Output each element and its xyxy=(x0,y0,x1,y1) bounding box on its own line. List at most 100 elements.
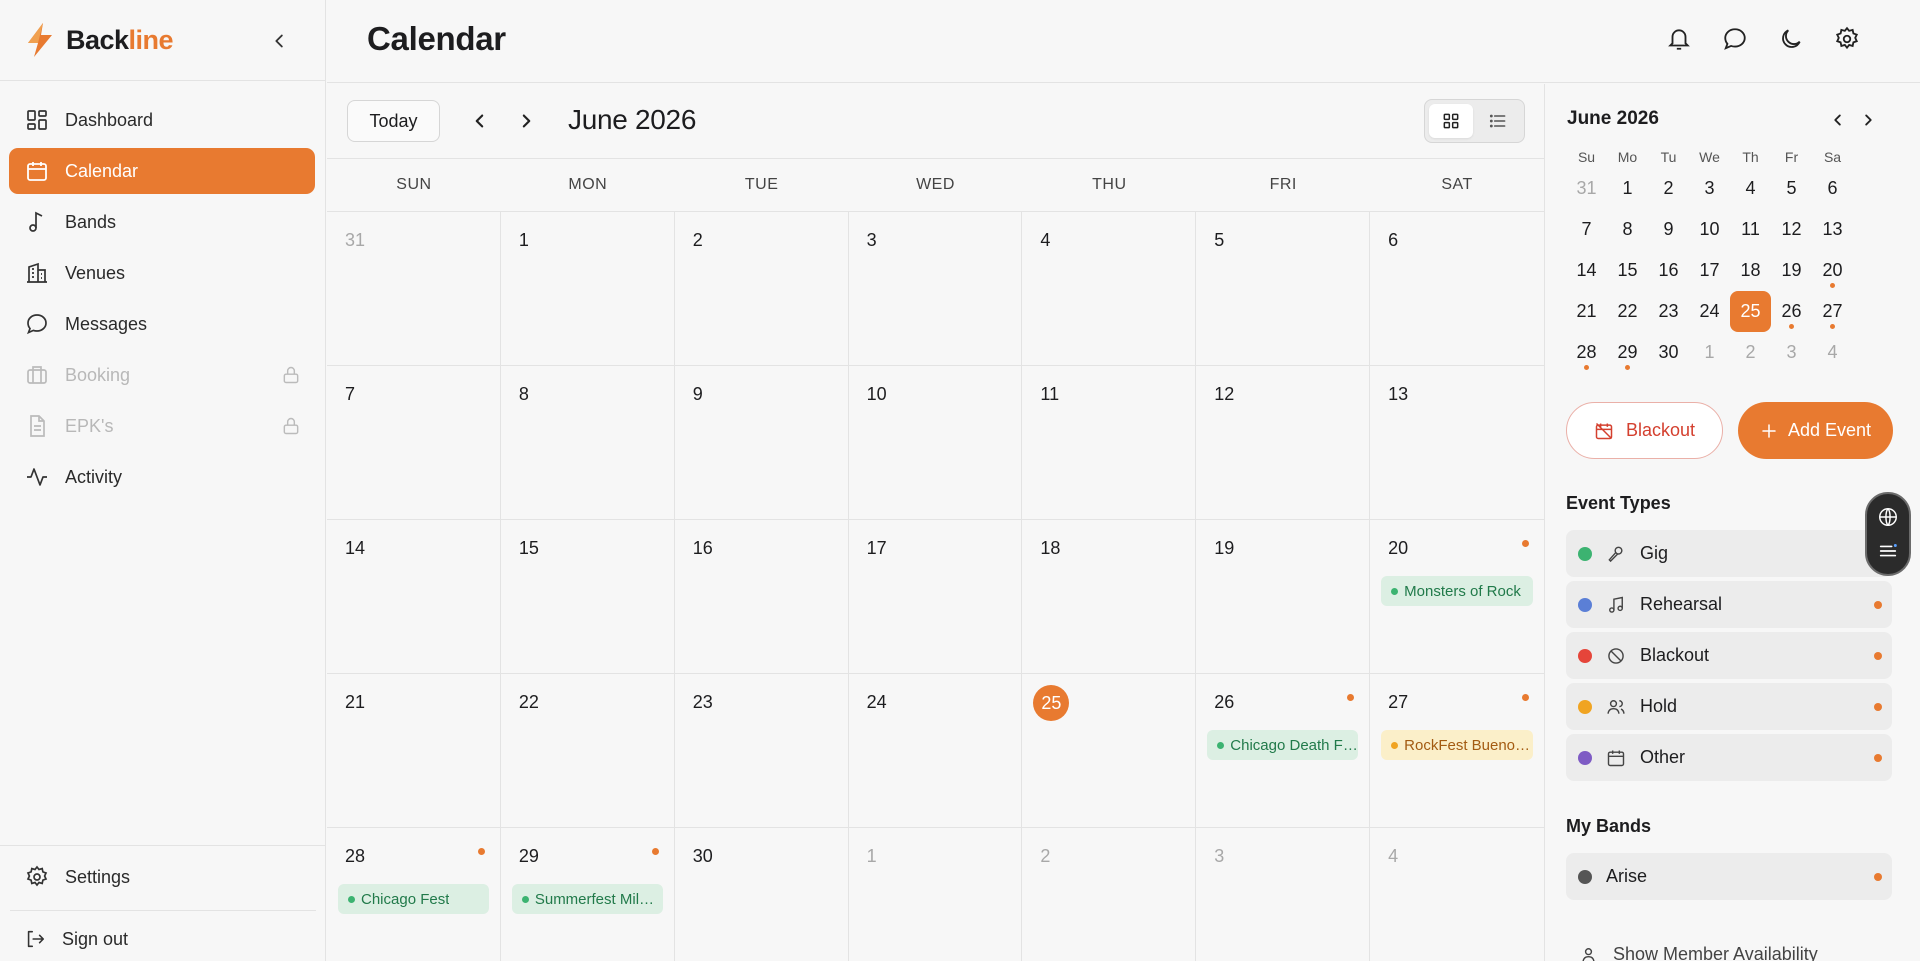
event-chip[interactable]: Chicago Fest xyxy=(338,884,489,914)
mini-day[interactable]: 15 xyxy=(1607,250,1648,291)
sidebar-item-activity[interactable]: Activity xyxy=(9,454,315,500)
event-type-gig[interactable]: Gig xyxy=(1566,530,1892,577)
day-cell[interactable]: 31 xyxy=(327,212,501,366)
grid-view-button[interactable] xyxy=(1429,104,1473,138)
sidebar-item-dashboard[interactable]: Dashboard xyxy=(9,97,315,143)
menu-list-icon[interactable] xyxy=(1877,540,1899,562)
day-cell[interactable]: 4 xyxy=(1370,828,1544,961)
prev-month-button[interactable] xyxy=(467,108,493,134)
notifications-button[interactable] xyxy=(1666,26,1692,52)
day-cell[interactable]: 17 xyxy=(848,520,1023,674)
day-cell[interactable]: 25 xyxy=(1022,674,1197,828)
day-cell[interactable]: 3 xyxy=(1196,828,1371,961)
mini-day[interactable]: 20 xyxy=(1812,250,1853,291)
show-member-availability-button[interactable]: Show Member Availability xyxy=(1581,944,1818,961)
day-cell[interactable]: 24 xyxy=(848,674,1023,828)
day-cell[interactable]: 20 Monsters of Rock xyxy=(1370,520,1544,674)
mini-day[interactable]: 3 xyxy=(1771,332,1812,373)
mini-day[interactable]: 8 xyxy=(1607,209,1648,250)
day-cell[interactable]: 12 xyxy=(1196,366,1371,520)
signout-button[interactable]: Sign out xyxy=(0,911,326,961)
mini-day[interactable]: 7 xyxy=(1566,209,1607,250)
mini-day[interactable]: 24 xyxy=(1689,291,1730,332)
mini-day[interactable]: 26 xyxy=(1771,291,1812,332)
day-cell[interactable]: 10 xyxy=(848,366,1023,520)
mini-day[interactable]: 18 xyxy=(1730,250,1771,291)
day-cell[interactable]: 27 RockFest Buenos Aires xyxy=(1370,674,1544,828)
mini-day[interactable]: 23 xyxy=(1648,291,1689,332)
day-cell[interactable]: 1 xyxy=(848,828,1023,961)
mini-day[interactable]: 16 xyxy=(1648,250,1689,291)
day-cell[interactable]: 14 xyxy=(327,520,501,674)
event-type-rehearsal[interactable]: Rehearsal xyxy=(1566,581,1892,628)
add-event-button[interactable]: Add Event xyxy=(1738,402,1893,459)
mini-day[interactable]: 4 xyxy=(1812,332,1853,373)
mini-day[interactable]: 13 xyxy=(1812,209,1853,250)
day-cell[interactable]: 8 xyxy=(500,366,675,520)
today-button[interactable]: Today xyxy=(347,100,440,142)
day-cell[interactable]: 29 Summerfest Milwaukee xyxy=(500,828,675,961)
globe-icon[interactable] xyxy=(1877,506,1899,528)
mini-day[interactable]: 28 xyxy=(1566,332,1607,373)
mini-day[interactable]: 17 xyxy=(1689,250,1730,291)
mini-day[interactable]: 12 xyxy=(1771,209,1812,250)
sidebar-item-calendar[interactable]: Calendar xyxy=(9,148,315,194)
messages-button[interactable] xyxy=(1722,26,1748,52)
mini-day[interactable]: 29 xyxy=(1607,332,1648,373)
day-cell[interactable]: 16 xyxy=(674,520,849,674)
mini-day[interactable]: 2 xyxy=(1648,168,1689,209)
mini-day[interactable]: 25 xyxy=(1730,291,1771,332)
mini-next-month-button[interactable] xyxy=(1857,109,1879,131)
day-cell[interactable]: 21 xyxy=(327,674,501,828)
day-cell[interactable]: 6 xyxy=(1370,212,1544,366)
day-cell[interactable]: 9 xyxy=(674,366,849,520)
blackout-button[interactable]: Blackout xyxy=(1566,402,1723,459)
day-cell[interactable]: 1 xyxy=(500,212,675,366)
mini-day[interactable]: 22 xyxy=(1607,291,1648,332)
mini-day[interactable]: 2 xyxy=(1730,332,1771,373)
mini-day[interactable]: 6 xyxy=(1812,168,1853,209)
event-chip[interactable]: Chicago Death Fest xyxy=(1207,730,1359,760)
mini-day[interactable]: 31 xyxy=(1566,168,1607,209)
day-cell[interactable]: 7 xyxy=(327,366,501,520)
day-cell[interactable]: 26 Chicago Death Fest xyxy=(1196,674,1371,828)
sidebar-item-messages[interactable]: Messages xyxy=(9,301,315,347)
day-cell[interactable]: 5 xyxy=(1196,212,1371,366)
event-chip[interactable]: Summerfest Milwaukee xyxy=(511,884,663,914)
mini-day[interactable]: 14 xyxy=(1566,250,1607,291)
mini-day[interactable]: 5 xyxy=(1771,168,1812,209)
mini-day[interactable]: 11 xyxy=(1730,209,1771,250)
day-cell[interactable]: 11 xyxy=(1022,366,1197,520)
day-cell[interactable]: 3 xyxy=(848,212,1023,366)
mini-day[interactable]: 9 xyxy=(1648,209,1689,250)
mini-prev-month-button[interactable] xyxy=(1827,109,1849,131)
day-cell[interactable]: 13 xyxy=(1370,366,1544,520)
sidebar-item-bands[interactable]: Bands xyxy=(9,199,315,245)
theme-toggle-button[interactable] xyxy=(1778,26,1804,52)
mini-day[interactable]: 4 xyxy=(1730,168,1771,209)
day-cell[interactable]: 15 xyxy=(500,520,675,674)
mini-day[interactable]: 27 xyxy=(1812,291,1853,332)
band-item-arise[interactable]: Arise xyxy=(1566,853,1892,900)
mini-day[interactable]: 30 xyxy=(1648,332,1689,373)
mini-day[interactable]: 19 xyxy=(1771,250,1812,291)
day-cell[interactable]: 23 xyxy=(674,674,849,828)
event-chip[interactable]: Monsters of Rock xyxy=(1381,576,1533,606)
mini-day[interactable]: 3 xyxy=(1689,168,1730,209)
event-type-other[interactable]: Other xyxy=(1566,734,1892,781)
day-cell[interactable]: 18 xyxy=(1022,520,1197,674)
event-type-blackout[interactable]: Blackout xyxy=(1566,632,1892,679)
mini-day[interactable]: 1 xyxy=(1607,168,1648,209)
mini-day[interactable]: 21 xyxy=(1566,291,1607,332)
day-cell[interactable]: 28 Chicago Fest xyxy=(327,828,501,961)
next-month-button[interactable] xyxy=(513,108,539,134)
settings-button[interactable] xyxy=(1834,26,1860,52)
collapse-sidebar-button[interactable] xyxy=(269,30,291,52)
day-cell[interactable]: 19 xyxy=(1196,520,1371,674)
list-view-button[interactable] xyxy=(1477,104,1521,138)
event-chip[interactable]: RockFest Buenos Aires xyxy=(1381,730,1533,760)
sidebar-item-venues[interactable]: Venues xyxy=(9,250,315,296)
mini-day[interactable]: 1 xyxy=(1689,332,1730,373)
day-cell[interactable]: 30 xyxy=(674,828,849,961)
day-cell[interactable]: 4 xyxy=(1022,212,1197,366)
